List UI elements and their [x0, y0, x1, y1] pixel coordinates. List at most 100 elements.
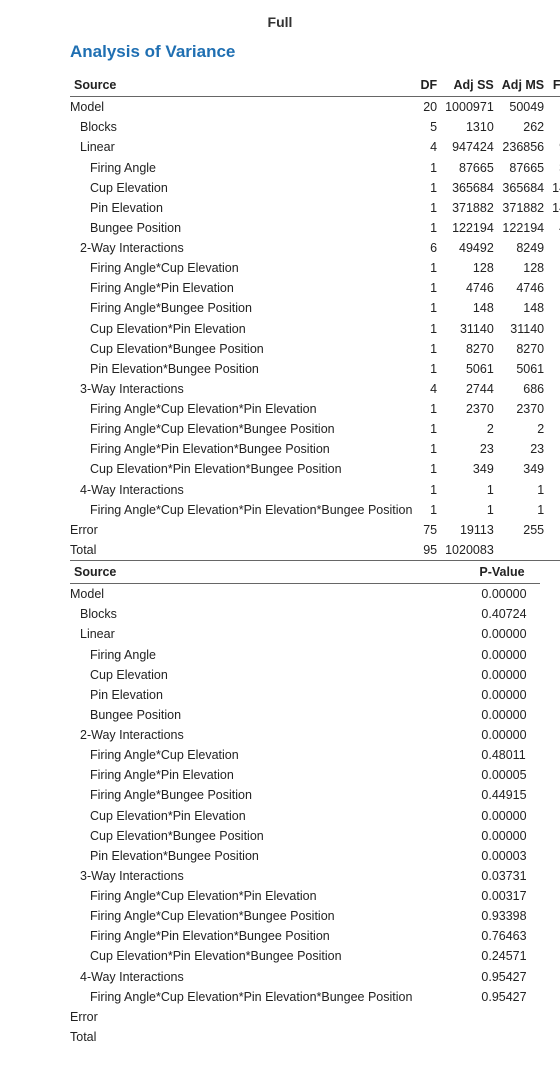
cell-df: 1 [416, 419, 441, 439]
anova-table-2: SourceP-ValueModel0.00000Blocks0.40724Li… [70, 561, 540, 1047]
cell-fvalue: 122.20 [548, 319, 560, 339]
table-row: Firing Angle*Cup Elevation*Pin Elevation… [70, 886, 540, 906]
cell-source: Firing Angle*Pin Elevation [70, 765, 475, 785]
cell-df: 1 [416, 439, 441, 459]
cell-adjss: 148 [441, 298, 498, 318]
cell-fvalue: 479.50 [548, 218, 560, 238]
cell-adjms: 31140 [498, 319, 548, 339]
cell-fvalue: 1.37 [548, 459, 560, 479]
cell-adjss: 49492 [441, 238, 498, 258]
table-row: Linear0.00000 [70, 624, 540, 644]
cell-source: Cup Elevation*Pin Elevation*Bungee Posit… [70, 459, 416, 479]
cell-fvalue: 196.39 [548, 97, 560, 118]
cell-pvalue: 0.44915 [475, 785, 540, 805]
cell-df: 1 [416, 258, 441, 278]
cell-pvalue: 0.00000 [475, 826, 540, 846]
cell-df: 4 [416, 379, 441, 399]
cell-adjss: 371882 [441, 198, 498, 218]
cell-source: Firing Angle [70, 158, 416, 178]
cell-source: Firing Angle*Pin Elevation*Bungee Positi… [70, 926, 475, 946]
table-row: Cup Elevation13656843656841434.96 [70, 178, 560, 198]
table-row: Firing Angle*Pin Elevation*Bungee Positi… [70, 439, 560, 459]
table-row: Cup Elevation*Pin Elevation1311403114012… [70, 319, 560, 339]
cell-pvalue: 0.48011 [475, 745, 540, 765]
cell-fvalue: 19.86 [548, 359, 560, 379]
table-row: Firing Angle*Cup Elevation*Bungee Positi… [70, 419, 560, 439]
col-df: DF [416, 74, 441, 97]
table-row: Firing Angle*Cup Elevation0.48011 [70, 745, 540, 765]
cell-source: Firing Angle*Pin Elevation [70, 278, 416, 298]
cell-source: Firing Angle*Cup Elevation*Pin Elevation [70, 886, 475, 906]
cell-source: 2-Way Interactions [70, 725, 475, 745]
table-row: Bungee Position1122194122194479.50 [70, 218, 560, 238]
col-adjms: Adj MS [498, 74, 548, 97]
cell-source: 3-Way Interactions [70, 866, 475, 886]
table-row: Pin Elevation*Bungee Position15061506119… [70, 359, 560, 379]
cell-source: Model [70, 97, 416, 118]
cell-adjss: 4746 [441, 278, 498, 298]
table-row: Bungee Position0.00000 [70, 705, 540, 725]
col-pvalue: P-Value [475, 561, 540, 584]
table-row: 4-Way Interactions1110.00 [70, 480, 560, 500]
cell-adjss: 19113 [441, 520, 498, 540]
cell-df: 1 [416, 459, 441, 479]
cell-adjss: 8270 [441, 339, 498, 359]
cell-pvalue: 0.93398 [475, 906, 540, 926]
cell-source: Blocks [70, 604, 475, 624]
cell-adjss: 349 [441, 459, 498, 479]
cell-adjss: 2744 [441, 379, 498, 399]
cell-adjms: 349 [498, 459, 548, 479]
table-row: Model0.00000 [70, 584, 540, 605]
cell-pvalue: 0.00003 [475, 846, 540, 866]
anova-table-1: SourceDFAdj SSAdj MSF-ValueModel20100097… [70, 74, 560, 561]
table-row: Pin Elevation13718823718821459.28 [70, 198, 560, 218]
cell-df: 1 [416, 298, 441, 318]
cell-pvalue: 0.00000 [475, 685, 540, 705]
cell-fvalue: 0.50 [548, 258, 560, 278]
cell-adjms: 1 [498, 500, 548, 520]
cell-pvalue: 0.95427 [475, 987, 540, 1007]
cell-source: Firing Angle*Cup Elevation [70, 745, 475, 765]
cell-source: Firing Angle*Pin Elevation*Bungee Positi… [70, 439, 416, 459]
table-row: Firing Angle*Pin Elevation*Bungee Positi… [70, 926, 540, 946]
cell-adjss: 365684 [441, 178, 498, 198]
cell-adjss: 1000971 [441, 97, 498, 118]
cell-adjms: 128 [498, 258, 548, 278]
cell-pvalue: 0.76463 [475, 926, 540, 946]
cell-adjms [498, 540, 548, 561]
cell-df: 1 [416, 278, 441, 298]
cell-pvalue: 0.00005 [475, 765, 540, 785]
cell-source: Blocks [70, 117, 416, 137]
cell-df: 1 [416, 218, 441, 238]
cell-adjms: 50049 [498, 97, 548, 118]
cell-df: 1 [416, 399, 441, 419]
cell-source: Cup Elevation*Pin Elevation [70, 806, 475, 826]
cell-fvalue: 929.44 [548, 137, 560, 157]
cell-adjss: 5061 [441, 359, 498, 379]
cell-fvalue: 0.00 [548, 500, 560, 520]
table-row: Firing Angle*Cup Elevation11281280.50 [70, 258, 560, 278]
table-row: Firing Angle*Bungee Position0.44915 [70, 785, 540, 805]
cell-source: Linear [70, 624, 475, 644]
cell-adjms: 87665 [498, 158, 548, 178]
cell-adjms: 8249 [498, 238, 548, 258]
table-row: Cup Elevation*Pin Elevation0.00000 [70, 806, 540, 826]
cell-adjss: 2370 [441, 399, 498, 419]
cell-adjss: 87665 [441, 158, 498, 178]
cell-source: Cup Elevation [70, 178, 416, 198]
cell-fvalue: 0.00 [548, 480, 560, 500]
col-source: Source [70, 74, 416, 97]
table-row: Total [70, 1027, 540, 1047]
cell-df: 5 [416, 117, 441, 137]
cell-pvalue [475, 1027, 540, 1047]
cell-source: Pin Elevation [70, 685, 475, 705]
cell-adjms: 2 [498, 419, 548, 439]
cell-pvalue [475, 1007, 540, 1027]
cell-source: Firing Angle*Cup Elevation*Bungee Positi… [70, 906, 475, 926]
cell-adjss: 1020083 [441, 540, 498, 561]
cell-source: Linear [70, 137, 416, 157]
cell-source: Total [70, 540, 416, 561]
cell-source: Bungee Position [70, 218, 416, 238]
cell-source: 4-Way Interactions [70, 967, 475, 987]
cell-adjms: 236856 [498, 137, 548, 157]
